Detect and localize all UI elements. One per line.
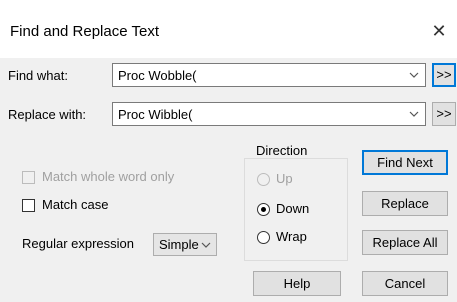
match-case-checkbox[interactable]: [22, 199, 35, 212]
direction-title: Direction: [254, 143, 310, 158]
chevron-down-icon[interactable]: [409, 108, 419, 120]
replace-button[interactable]: Replace: [362, 191, 448, 216]
match-case-label: Match case: [42, 197, 109, 212]
cancel-button[interactable]: Cancel: [362, 271, 448, 296]
title-bar: Find and Replace Text ✕: [0, 0, 457, 58]
replace-label: Replace with:: [8, 107, 87, 122]
dialog-title: Find and Replace Text: [10, 23, 159, 40]
chevron-down-icon[interactable]: [409, 69, 419, 81]
find-label: Find what:: [8, 68, 68, 83]
close-icon[interactable]: ✕: [428, 20, 450, 42]
find-combobox[interactable]: [112, 63, 426, 87]
help-button[interactable]: Help: [253, 271, 341, 296]
chevron-down-icon: [201, 242, 211, 248]
direction-up-radio[interactable]: [257, 173, 270, 186]
direction-wrap-label: Wrap: [276, 229, 307, 244]
regex-select-value: Simple: [159, 237, 199, 252]
radio-selected-dot: [261, 207, 266, 212]
regex-label: Regular expression: [22, 236, 135, 251]
match-whole-word-checkbox[interactable]: [22, 171, 35, 184]
replace-all-button[interactable]: Replace All: [362, 230, 448, 255]
find-input[interactable]: [113, 64, 408, 86]
find-more-button[interactable]: >>: [432, 63, 456, 87]
direction-wrap-radio[interactable]: [257, 231, 270, 244]
regex-select[interactable]: Simple: [153, 233, 217, 256]
direction-up-label: Up: [276, 171, 293, 186]
find-next-button[interactable]: Find Next: [362, 150, 448, 175]
replace-combobox[interactable]: [112, 102, 426, 126]
replace-input[interactable]: [113, 103, 408, 125]
replace-more-button[interactable]: >>: [432, 102, 456, 126]
direction-down-label: Down: [276, 201, 310, 216]
direction-down-radio[interactable]: [257, 203, 270, 216]
match-whole-word-label: Match whole word only: [42, 169, 175, 184]
